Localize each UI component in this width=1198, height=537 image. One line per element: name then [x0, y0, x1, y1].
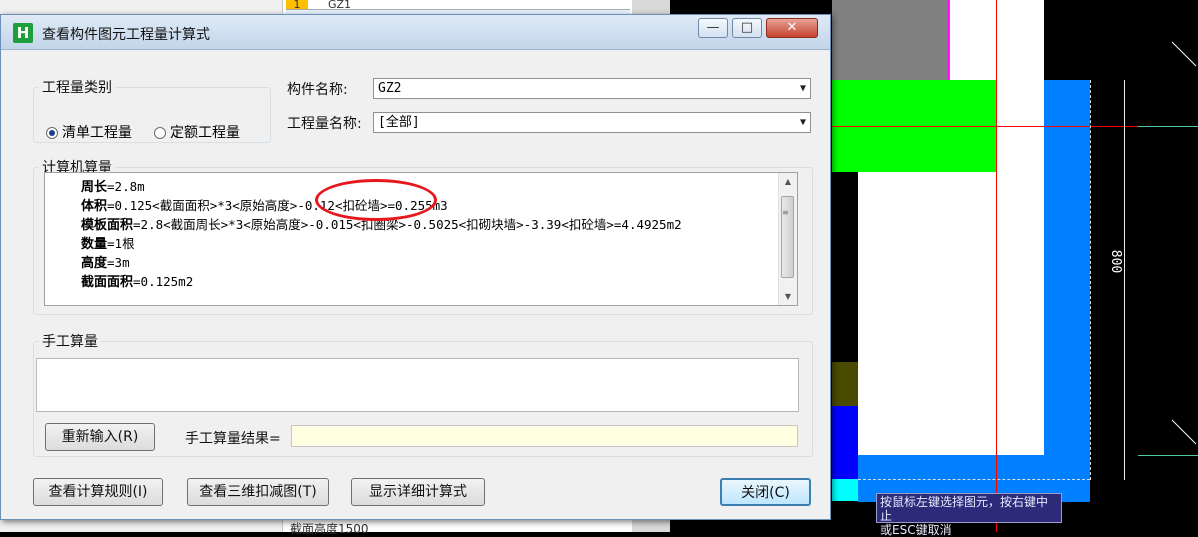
white-block	[858, 172, 996, 455]
radio-bill-quantity[interactable]: 清单工程量	[46, 122, 132, 142]
quantity-name-value: [全部]	[378, 115, 420, 130]
quantity-name-select[interactable]: [全部] ▼	[373, 112, 811, 133]
quantity-name-label: 工程量名称:	[287, 116, 362, 132]
row-number: 1	[286, 0, 308, 10]
calc-line-count: 数量=1根	[81, 234, 135, 254]
grip-icon: ≡	[782, 208, 789, 217]
red-line-vertical	[996, 0, 997, 532]
calc-item-name: 周长	[81, 180, 108, 195]
show-detail-formula-button[interactable]: 显示详细计算式	[351, 478, 485, 506]
radio-unchecked-icon[interactable]	[154, 127, 166, 139]
scroll-down-icon[interactable]: ▼	[779, 288, 797, 305]
radio-checked-icon[interactable]	[46, 127, 58, 139]
quantity-formula-dialog: H 查看构件图元工程量计算式 — □ ✕ 工程量类别 清单工程量 定额工程量 构…	[0, 14, 831, 520]
cyan-block	[832, 479, 858, 501]
calc-item-expr: =3m	[107, 255, 130, 270]
minimize-button[interactable]: —	[698, 18, 728, 38]
dimension-line	[1124, 80, 1125, 480]
view-3d-deduction-button[interactable]: 查看三维扣减图(T)	[187, 478, 329, 506]
calc-line-section-area: 截面面积=0.125m2	[81, 272, 193, 292]
dialog-title: 查看构件图元工程量计算式	[42, 27, 210, 43]
calc-scrollbar[interactable]: ▲ ≡ ▼	[778, 173, 797, 305]
annotation-circle	[315, 179, 437, 221]
radio-norm-quantity-label: 定额工程量	[170, 125, 240, 141]
radio-norm-quantity[interactable]: 定额工程量	[154, 122, 240, 142]
close-window-button[interactable]: ✕	[766, 18, 818, 38]
background-footer-text: 截面高度1500	[290, 522, 369, 536]
view-rules-button[interactable]: 查看计算规则(I)	[33, 478, 163, 506]
calc-item-expr: =2.8m	[107, 179, 145, 194]
status-tooltip-line1: 按鼠标左键选择图元，按右键中止	[880, 495, 1049, 523]
calc-item-expr: =0.125m2	[133, 274, 194, 289]
deep-blue-block	[832, 406, 858, 479]
blue-column	[1044, 80, 1090, 480]
quantity-type-group: 工程量类别 清单工程量 定额工程量	[33, 77, 271, 143]
dashed-outline	[1090, 80, 1092, 480]
scroll-up-icon[interactable]: ▲	[779, 173, 797, 190]
chevron-down-icon[interactable]: ▼	[800, 79, 806, 98]
radio-bill-quantity-label: 清单工程量	[62, 125, 132, 141]
calc-line-height: 高度=3m	[81, 253, 130, 273]
calc-item-name: 截面面积	[81, 275, 134, 290]
calc-item-expr: =1根	[107, 236, 135, 251]
manual-result-field[interactable]	[291, 425, 798, 447]
white-wall	[996, 80, 1044, 455]
close-button[interactable]: 关闭(C)	[720, 478, 811, 506]
status-tooltip: 按鼠标左键选择图元，按右键中止 或ESC键取消	[876, 493, 1062, 537]
manual-calc-legend: 手工算量	[42, 334, 98, 350]
tick-bottom	[1171, 419, 1197, 445]
olive-block	[832, 362, 858, 406]
component-name-select[interactable]: GZ2 ▼	[373, 78, 811, 99]
quantity-type-legend: 工程量类别	[42, 80, 112, 96]
app-icon: H	[13, 23, 33, 43]
manual-result-label: 手工算量结果=	[185, 431, 281, 447]
manual-calc-textbox[interactable]	[36, 358, 799, 412]
dimension-label: 800	[1108, 249, 1124, 274]
chevron-down-icon[interactable]: ▼	[800, 113, 806, 132]
component-name-label: 构件名称:	[287, 82, 348, 98]
dialog-titlebar[interactable]: H 查看构件图元工程量计算式 — □ ✕	[1, 15, 830, 50]
calc-item-expr: =2.8<截面周长>*3<原始高度>-0.015<扣圈梁>-0.5025<扣砌块…	[133, 217, 682, 232]
tick-top	[1171, 41, 1197, 67]
calc-item-name: 数量	[81, 237, 108, 252]
maximize-button[interactable]: □	[732, 18, 762, 38]
reinput-button[interactable]: 重新输入(R)	[45, 423, 155, 451]
calc-item-name: 体积	[81, 199, 108, 214]
calc-item-name: 高度	[81, 256, 108, 271]
white-column	[950, 0, 1044, 80]
dimension-ticks	[1171, 41, 1197, 445]
calc-item-name: 模板面积	[81, 218, 134, 233]
background-table-row[interactable]: 1 GZ1	[286, 0, 630, 10]
magenta-line	[948, 0, 949, 80]
dashed-outline-bottom	[858, 479, 1090, 481]
calc-line-perimeter: 周长=2.8m	[81, 177, 145, 197]
component-name-value: GZ2	[378, 81, 402, 96]
gray-block	[832, 0, 950, 80]
status-tooltip-line2: 或ESC键取消	[880, 523, 952, 537]
